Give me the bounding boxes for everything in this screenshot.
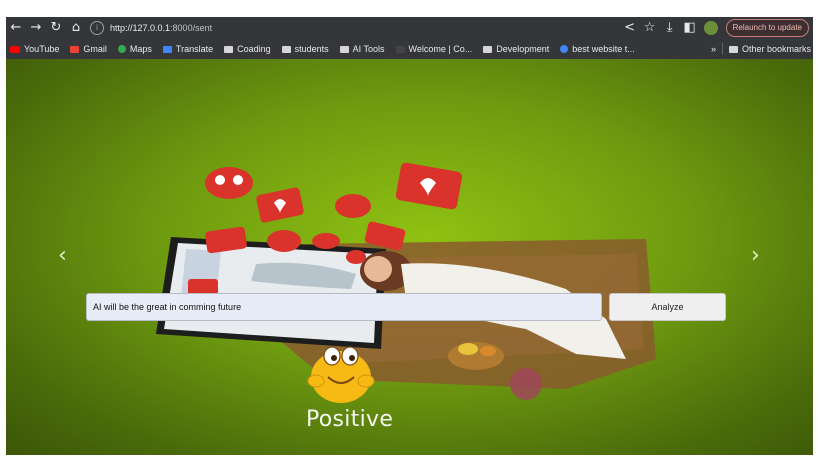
carousel-slide-image: [156, 162, 656, 403]
bookmark-best-website[interactable]: best website t...: [560, 44, 635, 54]
side-panel-icon[interactable]: ◧: [680, 17, 700, 39]
more-bookmarks-button[interactable]: »: [711, 44, 716, 54]
folder-icon: [224, 45, 234, 53]
bookmark-maps[interactable]: Maps: [117, 44, 152, 54]
bookmark-translate[interactable]: Translate: [162, 44, 213, 54]
analyze-button[interactable]: Analyze: [609, 293, 726, 321]
bookmark-welcome[interactable]: Welcome | Co...: [395, 44, 472, 54]
flower-bouquet: [510, 368, 542, 400]
sentiment-text-input[interactable]: [86, 293, 602, 321]
sentiment-result-label: Positive: [306, 407, 394, 432]
bookmark-star-icon[interactable]: ☆: [640, 17, 660, 39]
address-bar[interactable]: i http://127.0.0.1:8000/sent: [90, 19, 620, 37]
browser-toolbar: ← → ↻ ⌂ i http://127.0.0.1:8000/sent < ☆…: [6, 17, 813, 39]
bookmark-youtube[interactable]: YouTube: [10, 44, 59, 54]
maps-icon: [117, 45, 126, 53]
bookmark-gmail[interactable]: Gmail: [70, 44, 107, 54]
bookmarks-bar: YouTube Gmail Maps Translate Coading stu…: [6, 39, 813, 59]
reload-icon[interactable]: ↻: [46, 17, 66, 39]
sentiment-form: Analyze: [86, 293, 726, 323]
forward-arrow-icon[interactable]: →: [26, 17, 46, 39]
chevron-right-icon[interactable]: ›: [751, 245, 760, 267]
folder-icon: [483, 45, 493, 53]
folder-icon: [728, 45, 738, 53]
share-icon[interactable]: <: [620, 17, 640, 39]
youtube-icon: [10, 45, 20, 53]
url-path: :8000/sent: [170, 23, 213, 33]
chevron-left-icon[interactable]: ‹: [58, 245, 67, 267]
site-info-icon[interactable]: i: [90, 21, 104, 35]
gmail-icon: [70, 45, 80, 53]
bookmarks-divider: [721, 43, 723, 55]
folder-icon: [281, 45, 291, 53]
other-bookmarks-folder[interactable]: Other bookmarks: [728, 44, 811, 54]
page-icon: [395, 45, 405, 53]
url-host: http://127.0.0.1: [110, 23, 171, 33]
bookmark-folder-development[interactable]: Development: [483, 44, 549, 54]
bookmark-folder-students[interactable]: students: [281, 44, 329, 54]
home-icon[interactable]: ⌂: [66, 17, 86, 39]
google-icon: [560, 45, 569, 53]
profile-avatar[interactable]: [703, 21, 718, 35]
download-icon[interactable]: ⤓: [660, 17, 680, 39]
bookmark-folder-ai-tools[interactable]: AI Tools: [339, 44, 385, 54]
folder-icon: [339, 45, 349, 53]
translate-icon: [162, 45, 172, 53]
back-arrow-icon[interactable]: ←: [6, 17, 26, 39]
bookmark-folder-coading[interactable]: Coading: [224, 44, 271, 54]
relaunch-button[interactable]: Relaunch to update: [725, 19, 809, 37]
page-viewport: ‹ › Analyze Positive: [6, 59, 813, 455]
